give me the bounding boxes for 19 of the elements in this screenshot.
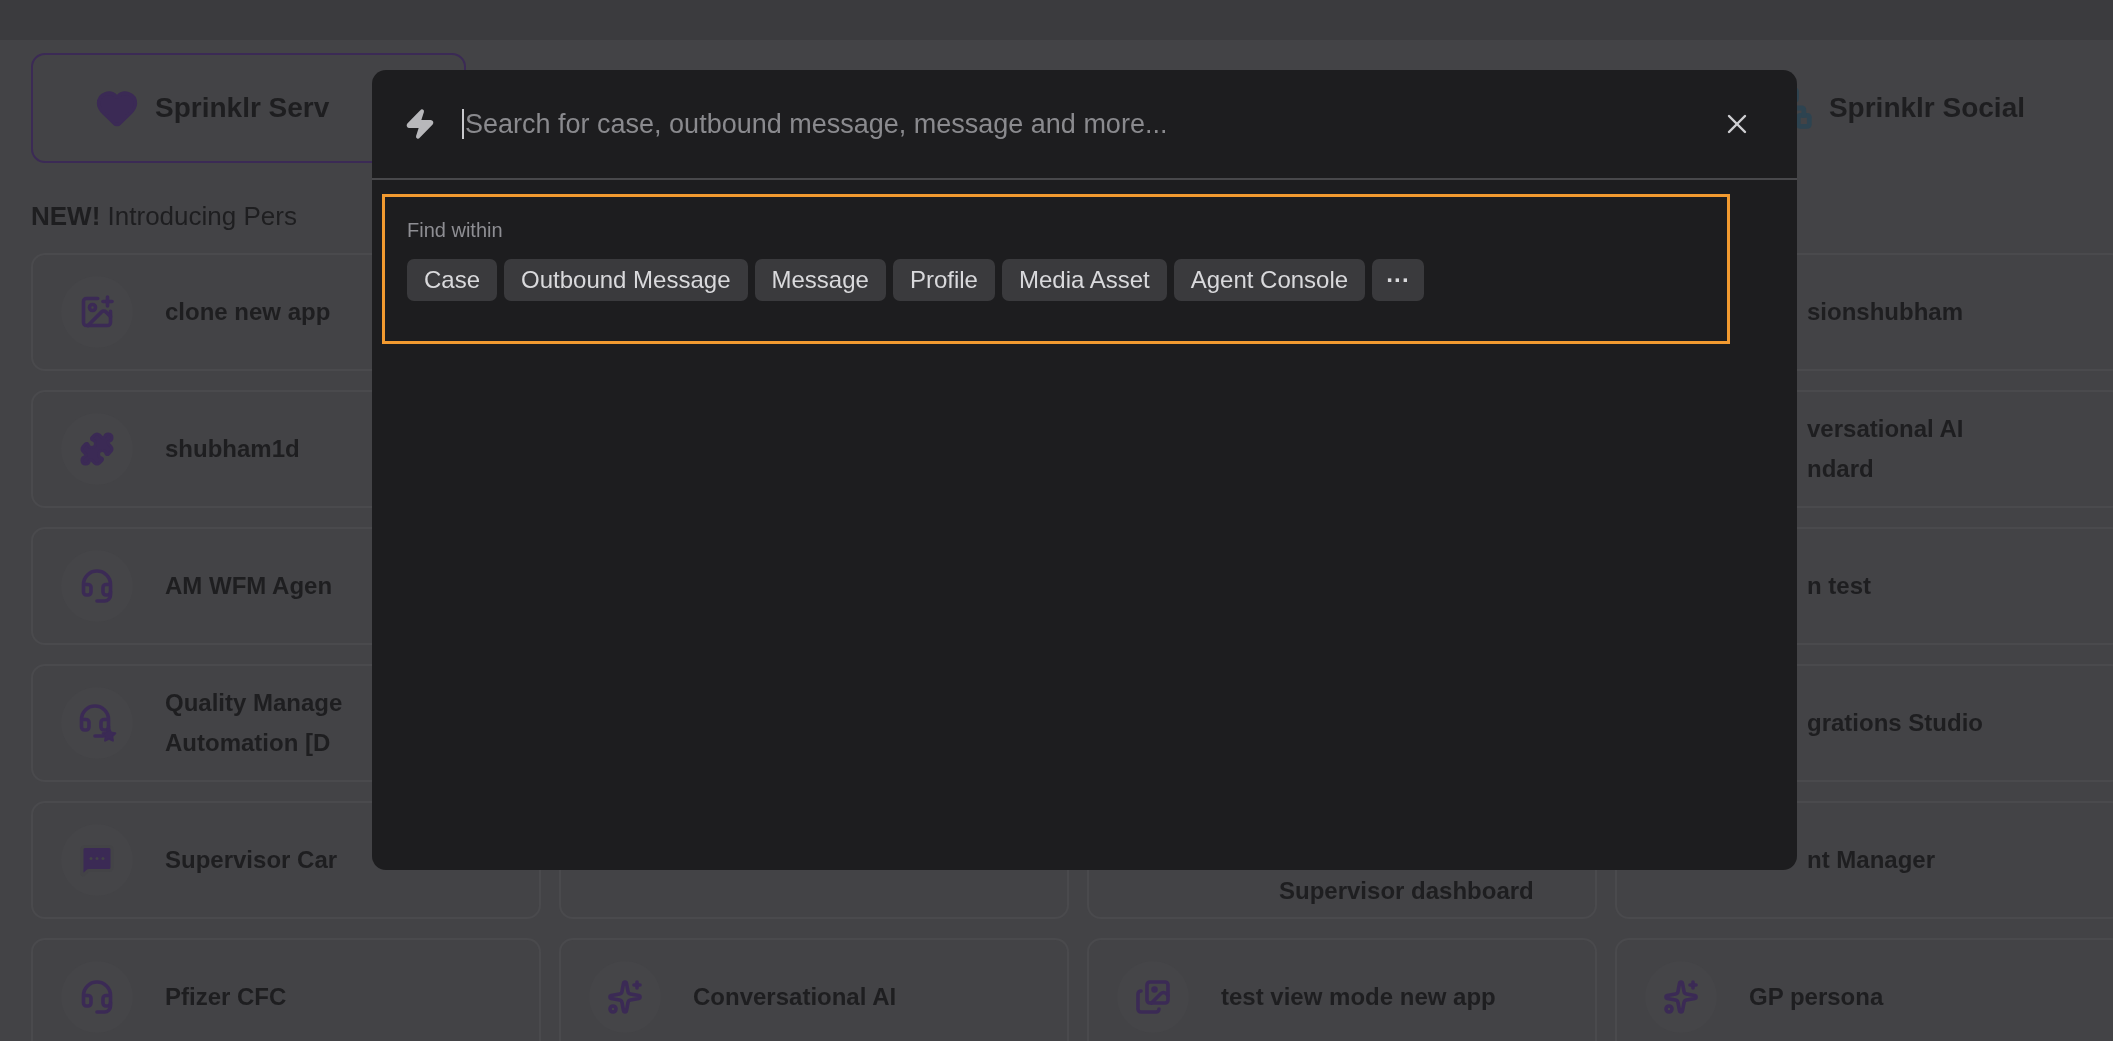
filter-chip[interactable]: Media Asset <box>1001 259 1167 301</box>
filter-chip[interactable]: Agent Console <box>1173 259 1366 301</box>
puzzle-icon <box>79 431 115 467</box>
images-icon <box>1135 979 1171 1015</box>
text-cursor <box>462 109 464 139</box>
filter-chip[interactable]: Case <box>407 259 498 301</box>
search-field[interactable]: Search for case, outbound message, message and more... <box>465 103 1717 145</box>
headset-star-icon <box>77 703 117 743</box>
filter-chip[interactable]: Message <box>754 259 886 301</box>
sparkle-icon <box>607 979 643 1015</box>
headset-icon <box>79 979 115 1015</box>
more-button[interactable]: ··· <box>1372 259 1425 301</box>
headset-icon <box>79 568 115 604</box>
sparkle-icon <box>1663 979 1699 1015</box>
lightning-icon <box>404 108 436 140</box>
find-within-label: Find within <box>407 218 504 243</box>
filter-chip[interactable]: Outbound Message <box>504 259 748 301</box>
filter-chip[interactable]: Profile <box>892 259 995 301</box>
image-edit-icon <box>79 294 115 330</box>
